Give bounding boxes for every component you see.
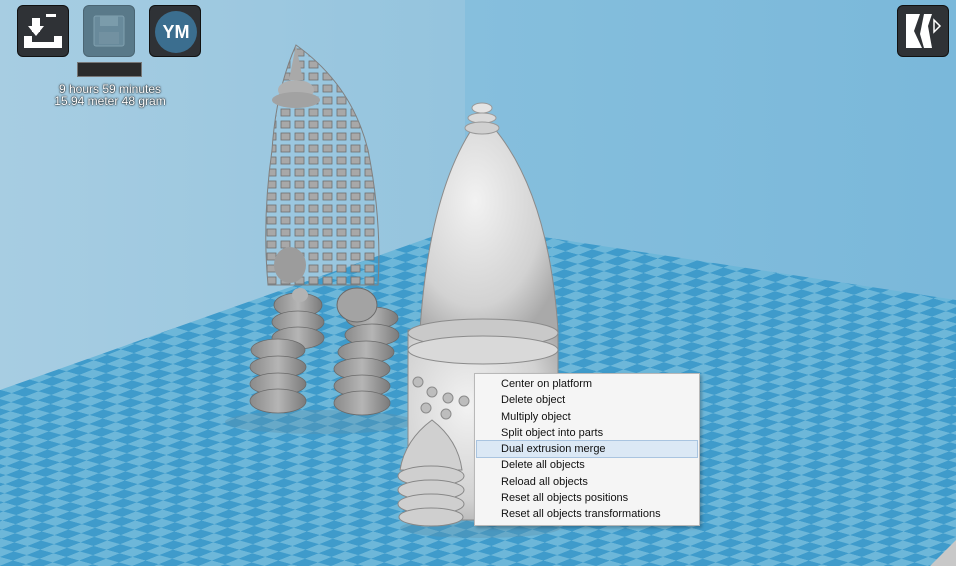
- menu-item-center-on-platform[interactable]: Center on platform: [477, 376, 697, 392]
- material-usage-text: 15.94 meter 48 gram: [54, 94, 166, 108]
- menu-item-reload-all-objects[interactable]: Reload all objects: [477, 474, 697, 490]
- load-model-icon: [24, 14, 62, 48]
- view-mode-icon: [906, 14, 942, 48]
- slicing-progress-bar: [77, 62, 142, 77]
- object-context-menu: Center on platform Delete object Multipl…: [474, 373, 700, 526]
- load-model-button[interactable]: [17, 5, 69, 57]
- youmagine-button[interactable]: YM: [149, 5, 201, 57]
- save-gcode-button[interactable]: [83, 5, 135, 57]
- menu-item-delete-object[interactable]: Delete object: [477, 392, 697, 408]
- view-mode-button[interactable]: [897, 5, 949, 57]
- menu-item-reset-positions[interactable]: Reset all objects positions: [477, 490, 697, 506]
- menu-item-split-object[interactable]: Split object into parts: [477, 425, 697, 441]
- menu-item-dual-extrusion-merge[interactable]: Dual extrusion merge: [476, 440, 698, 459]
- menu-item-multiply-object[interactable]: Multiply object: [477, 409, 697, 425]
- save-disk-icon: [93, 15, 125, 47]
- menu-item-reset-transformations[interactable]: Reset all objects transformations: [477, 506, 697, 522]
- youmagine-logo: YM: [155, 11, 197, 53]
- menu-item-delete-all-objects[interactable]: Delete all objects: [477, 457, 697, 473]
